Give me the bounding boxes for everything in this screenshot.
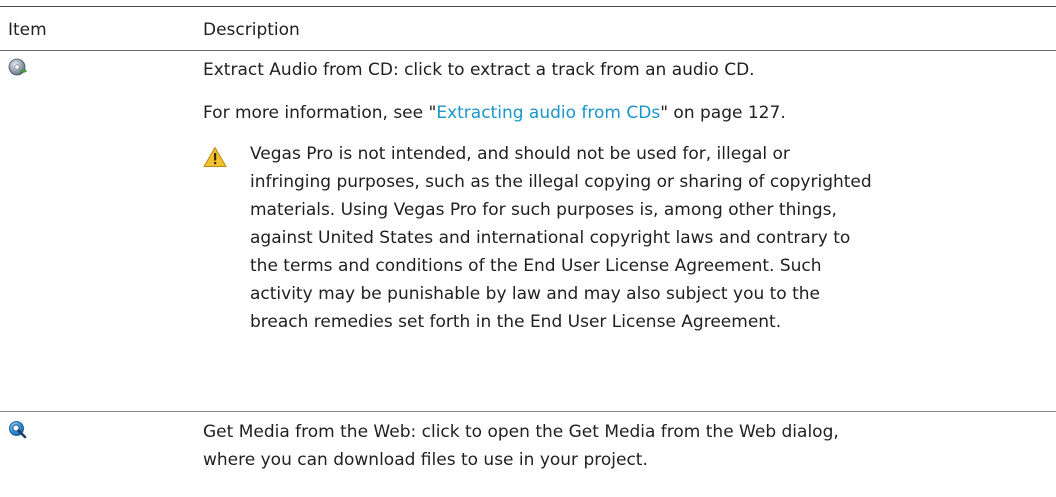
header-divider xyxy=(0,50,1056,51)
extracting-audio-link[interactable]: Extracting audio from CDs xyxy=(436,103,660,123)
extract-audio-name: Extract Audio from CD xyxy=(203,60,393,80)
legal-warning-note: Vegas Pro is not intended, and should no… xyxy=(250,140,1040,336)
warning-icon xyxy=(203,146,229,170)
get-media-name: Get Media from the Web xyxy=(203,422,411,442)
table-top-rule xyxy=(0,6,1056,7)
row-get-media-line2: where you can download files to use in y… xyxy=(203,450,648,470)
warning-line: activity may be punishable by law and ma… xyxy=(250,284,821,304)
warning-line: against United States and international … xyxy=(250,228,851,248)
row-get-media-title: Get Media from the Web: click to open th… xyxy=(203,418,839,446)
warning-line: the terms and conditions of the End User… xyxy=(250,256,822,276)
web-search-icon xyxy=(8,420,28,440)
column-header-description: Description xyxy=(203,20,300,40)
row-extract-more-info: For more information, see "Extracting au… xyxy=(203,99,786,127)
row-divider xyxy=(0,411,1056,412)
warning-line: Vegas Pro is not intended, and should no… xyxy=(250,144,790,164)
warning-line: infringing purposes, such as the illegal… xyxy=(250,172,872,192)
column-header-item: Item xyxy=(8,20,47,40)
get-media-desc: : click to open the Get Media from the W… xyxy=(410,422,839,442)
row-extract-title: Extract Audio from CD: click to extract … xyxy=(203,56,755,84)
more-info-prefix: For more information, see " xyxy=(203,103,437,123)
more-info-suffix: " on page 127. xyxy=(660,103,786,123)
extract-audio-desc: : click to extract a track from an audio… xyxy=(392,60,755,80)
warning-line: materials. Using Vegas Pro for such purp… xyxy=(250,200,837,220)
warning-line: breach remedies set forth in the End Use… xyxy=(250,312,782,332)
cd-extract-icon xyxy=(8,58,28,78)
